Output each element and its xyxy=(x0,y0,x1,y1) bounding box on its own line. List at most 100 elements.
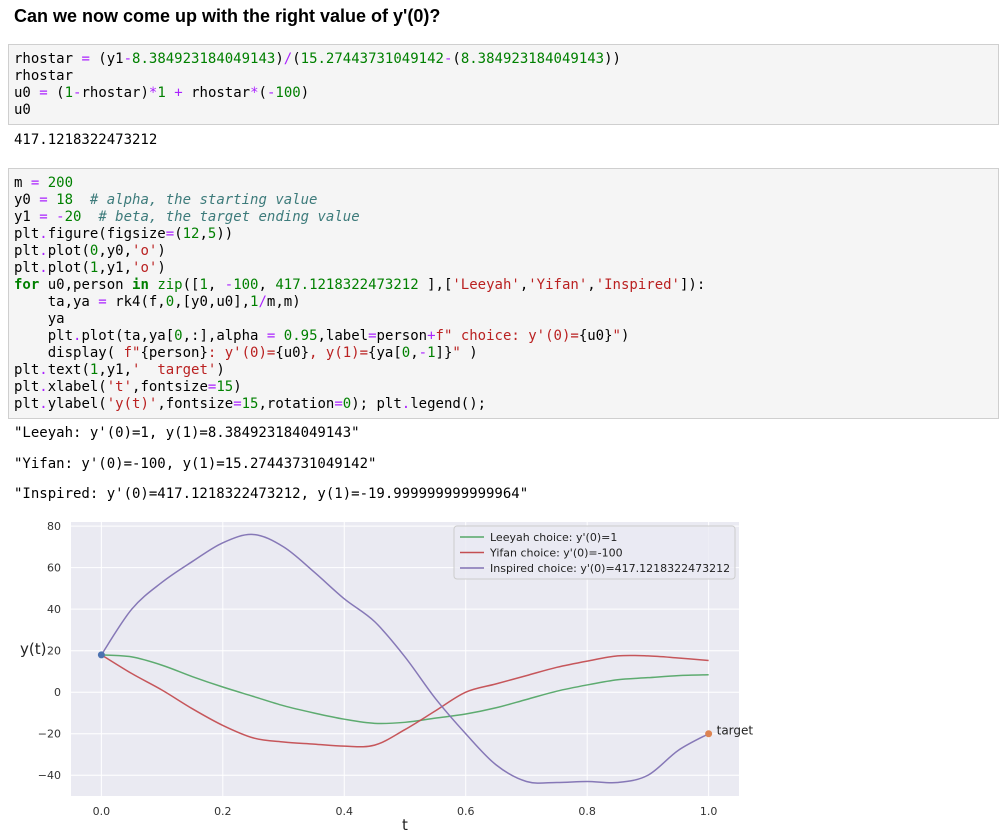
code-token: zip xyxy=(157,277,183,293)
target-annotation: target xyxy=(717,724,754,738)
code-token: 'o' xyxy=(132,260,158,276)
code-token: rhostar xyxy=(182,85,251,101)
code-token: ,y0, xyxy=(98,243,133,259)
code-token: * xyxy=(250,85,259,101)
code-line: plt.ylabel('y(t)',fontsize=15,rotation=0… xyxy=(14,396,998,413)
endpoint-marker-0 xyxy=(97,651,105,659)
code-token: legend(); xyxy=(410,396,487,412)
code-token: = xyxy=(81,51,90,67)
code-token: 8.384923184049143 xyxy=(132,51,276,67)
code-token: : y'(0)= xyxy=(207,345,276,361)
code-token: 15 xyxy=(241,396,259,412)
code-token: , xyxy=(199,226,208,242)
code-token: plot( xyxy=(47,243,90,259)
code-token: )) xyxy=(604,51,621,67)
y-tick-label: −20 xyxy=(38,728,61,741)
code-cell-2[interactable]: m = 200 y0 = 18 # alpha, the starting val… xyxy=(8,168,999,419)
code-line: ya xyxy=(14,311,998,328)
code-token: - xyxy=(123,51,133,67)
code-token: )) xyxy=(216,226,234,242)
code-token: ,fontsize xyxy=(157,396,234,412)
code-line: plt.plot(0,y0,'o') xyxy=(14,243,998,260)
code-token: 417.1218322473212 xyxy=(275,277,419,293)
code-token: 20 xyxy=(64,209,82,225)
code-token: = xyxy=(233,396,242,412)
shooting-method-chart: 0.0 0.2 0.4 0.6 0.8 1.0 80 60 40 20 0 −20 −40 target… xyxy=(20,520,754,834)
code-token: + xyxy=(427,328,436,344)
code-token: 'Yifan' xyxy=(528,277,588,293)
code-token: 12 xyxy=(182,226,200,242)
code-token: - xyxy=(418,345,428,361)
code-token: ,[y0,u0], xyxy=(174,294,251,310)
code-line: plt.plot(1,y1,'o') xyxy=(14,260,998,277)
code-token: ],[ xyxy=(418,277,453,293)
code-token: ( xyxy=(258,85,267,101)
code-token: ) xyxy=(620,328,630,344)
code-token: - xyxy=(224,277,234,293)
code-line: m = 200 xyxy=(14,175,998,192)
code-token: = xyxy=(39,209,48,225)
code-token: ,fontsize xyxy=(132,379,208,395)
code-token: 8.384923184049143 xyxy=(460,51,605,67)
code-token: , xyxy=(519,277,529,293)
code-token: / xyxy=(283,51,293,67)
code-token: y1 xyxy=(14,209,40,225)
code-token: 0 xyxy=(174,328,183,344)
code-token: 1 xyxy=(427,345,436,361)
y-tick-label: 40 xyxy=(47,603,61,616)
code-token: 18 xyxy=(56,192,74,208)
endpoint-marker-1 xyxy=(705,730,713,738)
code-token: , xyxy=(258,277,276,293)
x-tick-label: 0.0 xyxy=(93,805,111,818)
code-token: 200 xyxy=(47,175,74,191)
code-cell-1[interactable]: rhostar = (y1-8.384923184049143)/(15.274… xyxy=(8,44,999,125)
code-token: u0 xyxy=(14,102,31,118)
code-editor-1[interactable]: rhostar = (y1-8.384923184049143)/(15.274… xyxy=(9,51,998,119)
code-token: # beta, the target ending value xyxy=(98,209,360,225)
code-token: plt xyxy=(14,243,40,259)
code-token: + xyxy=(174,85,183,101)
code-token: = xyxy=(368,328,377,344)
code-token: plot(ta,ya[ xyxy=(81,328,175,344)
code-token: = xyxy=(334,396,343,412)
code-token: 15 xyxy=(216,379,234,395)
code-token: ta,ya xyxy=(14,294,99,310)
code-token: = xyxy=(98,294,107,310)
code-token: text( xyxy=(47,362,90,378)
code-token: y0 xyxy=(14,192,40,208)
code-token: ) xyxy=(157,260,166,276)
code-token: " xyxy=(612,328,621,344)
code-token: , xyxy=(587,277,596,293)
code-token: ]): xyxy=(680,277,706,293)
x-tick-label: 1.0 xyxy=(700,805,718,818)
legend-label-1: Yifan choice: y'(0)=-100 xyxy=(489,547,623,560)
code-token: / xyxy=(258,294,267,310)
code-token: for xyxy=(14,277,40,293)
code-token: ); plt xyxy=(351,396,402,412)
code-token: f" xyxy=(123,345,141,361)
code-token: 100 xyxy=(233,277,259,293)
code-token: {u0} xyxy=(275,345,310,361)
code-token: 'o' xyxy=(132,243,158,259)
legend-label-0: Leeyah choice: y'(0)=1 xyxy=(490,531,617,544)
code-line: plt.plot(ta,ya[0,:],alpha = 0.95,label=p… xyxy=(14,328,998,345)
code-token: . xyxy=(39,379,48,395)
code-token: ) xyxy=(216,362,225,378)
code-token: plt xyxy=(14,379,40,395)
code-token: plot( xyxy=(47,260,90,276)
code-line: rhostar xyxy=(14,68,998,85)
code-token: 0 xyxy=(165,294,175,310)
code-token: 'Inspired' xyxy=(595,277,680,293)
code-line: ta,ya = rk4(f,0,[y0,u0],1/m,m) xyxy=(14,294,998,311)
code-token: rhostar xyxy=(14,68,74,84)
code-token: . xyxy=(39,226,48,242)
code-editor-2[interactable]: m = 200 y0 = 18 # alpha, the starting val… xyxy=(9,175,998,413)
code-token: ,y1, xyxy=(98,260,133,276)
y-tick-label: 0 xyxy=(54,686,61,699)
code-token: . xyxy=(39,362,48,378)
